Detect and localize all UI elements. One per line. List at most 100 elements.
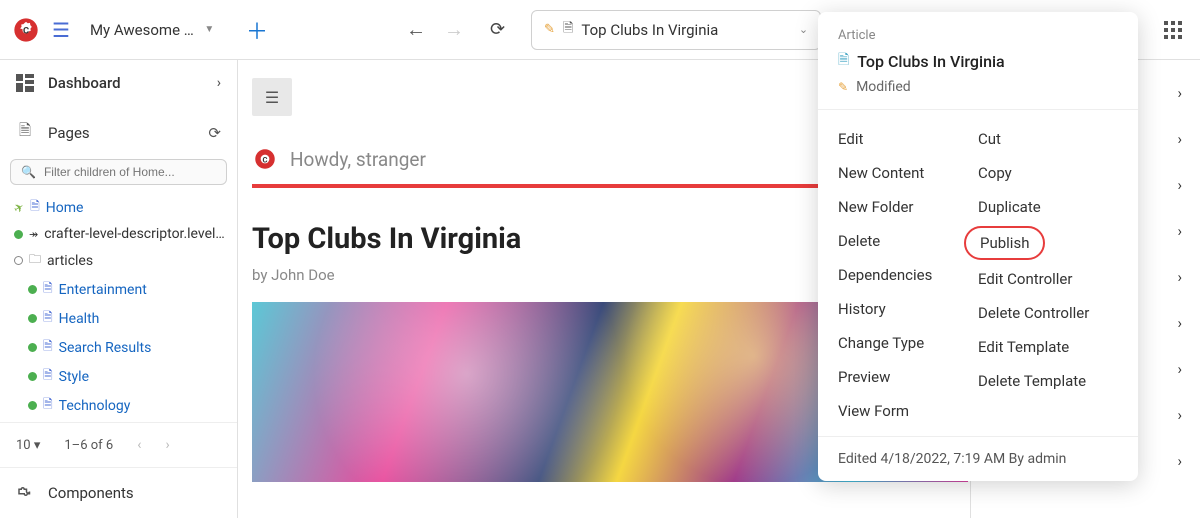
puzzle-icon <box>16 484 34 502</box>
project-name: My Awesome E… <box>90 21 198 39</box>
chevron-right-icon: › <box>1177 268 1182 286</box>
tree-label: Home <box>46 200 84 216</box>
tree-child[interactable]: 🗎 Technology <box>10 391 227 420</box>
status-dot-icon <box>14 256 23 265</box>
tree-articles[interactable]: 🗀 articles <box>10 246 227 275</box>
chevron-down-icon: ⌄ <box>799 23 808 36</box>
menu-copy[interactable]: Copy <box>978 156 1118 190</box>
page-icon: 🗎 <box>43 279 53 300</box>
address-title: Top Clubs In Virginia <box>581 21 790 39</box>
menu-delete-controller[interactable]: Delete Controller <box>978 296 1118 330</box>
pages-label: Pages <box>48 124 90 142</box>
left-sidebar: Dashboard › 🗎 Pages ⟳ 🔍 ✈ 🗎 Home ↠ craft… <box>0 60 238 518</box>
tree-pager: 10 ▾ 1–6 of 6 ‹ › <box>0 422 237 468</box>
menu-cut[interactable]: Cut <box>978 122 1118 156</box>
menu-delete-template[interactable]: Delete Template <box>978 364 1118 398</box>
tree-child[interactable]: 🗎 Health <box>10 304 227 333</box>
sidebar-item-components[interactable]: Components <box>0 468 237 518</box>
plane-icon: ✈ <box>11 199 27 216</box>
popover-type: Article <box>838 28 1118 43</box>
page-icon: 🗎 <box>30 197 40 218</box>
menu-delete[interactable]: Delete <box>838 224 978 258</box>
dashboard-label: Dashboard <box>48 74 121 92</box>
chevron-right-icon: › <box>1177 84 1182 102</box>
svg-text:C: C <box>23 25 29 36</box>
arrow-icon: ↠ <box>29 228 38 241</box>
preview-menu-button[interactable]: ☰ <box>252 78 292 116</box>
page-size[interactable]: 10 ▾ <box>16 438 40 453</box>
pencil-icon: ✎ <box>544 22 555 37</box>
tree-child[interactable]: 🗎 Entertainment <box>10 275 227 304</box>
page-tree: ✈ 🗎 Home ↠ crafter-level-descriptor.leve… <box>0 193 237 420</box>
chevron-right-icon: › <box>1177 314 1182 332</box>
folder-icon: 🗀 <box>29 250 41 271</box>
tree-child[interactable]: 🗎 Style <box>10 362 227 391</box>
page-range: 1–6 of 6 <box>64 438 113 453</box>
pager-prev[interactable]: ‹ <box>137 437 141 453</box>
chevron-down-icon: ▼ <box>204 24 214 35</box>
sidebar-item-dashboard[interactable]: Dashboard › <box>0 60 237 106</box>
menu-edit-template[interactable]: Edit Template <box>978 330 1118 364</box>
add-button[interactable]: ＋ <box>236 8 278 52</box>
menu-view-form[interactable]: View Form <box>838 394 978 428</box>
page-icon: 🗎 <box>563 19 573 41</box>
project-selector[interactable]: My Awesome E… ▼ <box>82 15 222 45</box>
status-dot-icon <box>28 401 37 410</box>
popover-footer: Edited 4/18/2022, 7:19 AM By admin <box>818 436 1138 467</box>
chevron-right-icon: › <box>1177 222 1182 240</box>
menu-publish[interactable]: Publish <box>964 226 1045 260</box>
tree-label: articles <box>47 253 93 269</box>
chevron-right-icon: › <box>1177 176 1182 194</box>
pages-refresh-icon[interactable]: ⟳ <box>208 124 221 142</box>
page-icon: 🗎 <box>43 366 53 387</box>
sidebar-item-pages[interactable]: 🗎 Pages ⟳ <box>0 106 237 159</box>
status-dot-icon <box>14 230 23 239</box>
popover-header: Article 🗎 Top Clubs In Virginia ✎ Modifi… <box>818 28 1138 110</box>
apps-grid-icon[interactable] <box>1158 15 1188 45</box>
status-dot-icon <box>28 314 37 323</box>
dashboard-icon <box>16 74 34 92</box>
main-menu-icon[interactable]: ☰ <box>48 14 74 46</box>
tree-child[interactable]: 🗎 Search Results <box>10 333 227 362</box>
chevron-right-icon: › <box>1177 406 1182 424</box>
tree-label: Style <box>59 369 89 385</box>
menu-preview[interactable]: Preview <box>838 360 978 394</box>
tree-label: Health <box>59 311 100 327</box>
page-address-bar[interactable]: ✎ 🗎 Top Clubs In Virginia ⌄ <box>531 10 821 50</box>
tree-filter[interactable]: 🔍 <box>10 159 227 185</box>
page-icon: 🗎 <box>838 49 849 73</box>
menu-new-content[interactable]: New Content <box>838 156 978 190</box>
refresh-button[interactable]: ⟳ <box>490 19 505 40</box>
forward-button: → <box>444 17 464 42</box>
site-logo-icon: C <box>252 146 278 172</box>
status-dot-icon <box>28 343 37 352</box>
menu-change-type[interactable]: Change Type <box>838 326 978 360</box>
tree-label: crafter-level-descriptor.level.… <box>44 226 225 242</box>
components-label: Components <box>48 484 134 502</box>
menu-edit[interactable]: Edit <box>838 122 978 156</box>
menu-new-folder[interactable]: New Folder <box>838 190 978 224</box>
history-nav: ← → <box>406 17 464 42</box>
page-icon: 🗎 <box>43 395 53 416</box>
filter-input[interactable] <box>44 165 216 179</box>
pager-next[interactable]: › <box>165 437 169 453</box>
tree-descriptor[interactable]: ↠ crafter-level-descriptor.level.… <box>10 222 227 246</box>
page-icon: 🗎 <box>43 308 53 329</box>
popover-status: Modified <box>856 79 911 95</box>
tree-home[interactable]: ✈ 🗎 Home <box>10 193 227 222</box>
menu-dependencies[interactable]: Dependencies <box>838 258 978 292</box>
chevron-right-icon: › <box>217 75 221 91</box>
svg-text:C: C <box>263 155 268 164</box>
context-menu-popover: Article 🗎 Top Clubs In Virginia ✎ Modifi… <box>818 12 1138 481</box>
menu-history[interactable]: History <box>838 292 978 326</box>
menu-duplicate[interactable]: Duplicate <box>978 190 1118 224</box>
chevron-right-icon: › <box>1177 360 1182 378</box>
page-icon: 🗎 <box>43 337 53 358</box>
back-button[interactable]: ← <box>406 17 426 42</box>
app-logo-icon: C <box>12 16 40 44</box>
chevron-right-icon: › <box>1177 130 1182 148</box>
menu-edit-controller[interactable]: Edit Controller <box>978 262 1118 296</box>
status-dot-icon <box>28 285 37 294</box>
pages-icon: 🗎 <box>16 120 34 145</box>
tree-label: Entertainment <box>59 282 147 298</box>
